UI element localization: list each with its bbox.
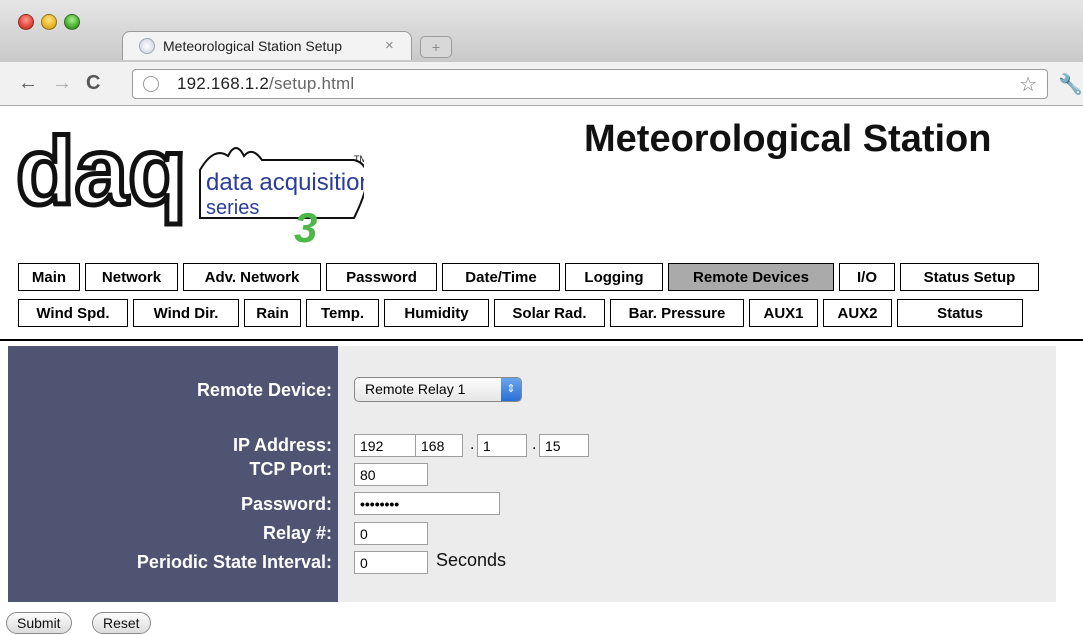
nav-tab-wind-spd[interactable]: Wind Spd. [18,299,128,327]
nav-tab-remote-devices[interactable]: Remote Devices [668,263,834,291]
remote-device-select[interactable]: Remote Relay 1 ⇕ [354,377,522,402]
remote-device-value: Remote Relay 1 [365,381,466,397]
nav-tab-password[interactable]: Password [326,263,437,291]
address-bar[interactable]: 192.168.1.2/setup.html ☆ [132,69,1048,99]
ip-address-label: IP Address: [232,435,332,455]
forward-arrow-icon[interactable]: → [52,72,72,95]
daq-logo: daq data acquisition series 3 TM [14,126,364,244]
ip-octet-2[interactable]: 168 [415,434,463,457]
password-label: Password: [240,494,332,514]
settings-panel: Remote Device: Remote Relay 1 ⇕ IP Addre… [8,346,1056,602]
logo-tm: TM [354,154,364,164]
nav-row-1: Main Network Adv. Network Password Date/… [18,263,1044,291]
wrench-icon[interactable]: 🔧 [1058,72,1083,97]
interval-unit: Seconds [436,550,507,570]
relay-label: Relay #: [262,523,332,543]
interval-field[interactable]: 0 [354,551,428,574]
tab-close-icon[interactable]: × [385,37,394,54]
tcp-port-label: TCP Port: [249,459,332,479]
nav-tab-io[interactable]: I/O [839,263,895,291]
ip-separator: . [470,436,475,453]
select-arrows-icon: ⇕ [501,378,521,401]
nav-tab-main[interactable]: Main [18,263,80,291]
window-titlebar: Meteorological Station Setup × + [0,0,1083,62]
nav-tab-date-time[interactable]: Date/Time [442,263,560,291]
tab-title: Meteorological Station Setup [163,38,342,54]
back-arrow-icon[interactable]: ← [18,72,38,95]
nav-tab-wind-dir[interactable]: Wind Dir. [133,299,239,327]
nav-tab-bar-pressure[interactable]: Bar. Pressure [610,299,744,327]
nav-tab-rain[interactable]: Rain [244,299,301,327]
globe-icon [143,76,159,92]
nav-tab-aux2[interactable]: AUX2 [823,299,892,327]
nav-tab-humidity[interactable]: Humidity [384,299,489,327]
ip-octet-3[interactable]: 1 [477,434,527,457]
ip-separator: . [532,436,537,453]
nav-tab-aux1[interactable]: AUX1 [749,299,818,327]
bookmark-star-icon[interactable]: ☆ [1019,72,1037,97]
globe-icon [139,38,155,54]
browser-tab[interactable]: Meteorological Station Setup × [122,31,412,60]
logo-series: series [206,197,259,219]
interval-label: Periodic State Interval: [136,552,332,572]
nav-tab-adv-network[interactable]: Adv. Network [183,263,321,291]
ip-octet-4[interactable]: 15 [539,434,589,457]
browser-toolbar: ← → C 192.168.1.2/setup.html ☆ 🔧 [0,62,1083,106]
nav-tab-temp[interactable]: Temp. [306,299,379,327]
nav-row-2: Wind Spd. Wind Dir. Rain Temp. Humidity … [18,299,1028,327]
nav-tab-network[interactable]: Network [85,263,178,291]
remote-device-label: Remote Device: [196,380,332,400]
password-field[interactable]: •••••••• [354,492,500,515]
page-title: Meteorological Station [584,118,992,160]
logo-tagline: data acquisition [206,169,364,196]
nav-tab-status[interactable]: Status [897,299,1023,327]
close-window-button[interactable] [18,14,34,30]
reload-icon[interactable]: C [86,72,100,95]
logo-main: daq [16,126,187,225]
divider [0,339,1083,341]
logo-mark: 3 [294,204,317,244]
tcp-port-field[interactable]: 80 [354,463,428,486]
reset-button[interactable]: Reset [92,612,151,634]
submit-button[interactable]: Submit [6,612,72,634]
new-tab-button[interactable]: + [420,36,452,58]
nav-tab-solar-rad[interactable]: Solar Rad. [494,299,605,327]
url-text: 192.168.1.2/setup.html [177,74,355,93]
nav-tab-logging[interactable]: Logging [565,263,663,291]
zoom-window-button[interactable] [64,14,80,30]
nav-tab-status-setup[interactable]: Status Setup [900,263,1039,291]
relay-field[interactable]: 0 [354,522,428,545]
minimize-window-button[interactable] [41,14,57,30]
